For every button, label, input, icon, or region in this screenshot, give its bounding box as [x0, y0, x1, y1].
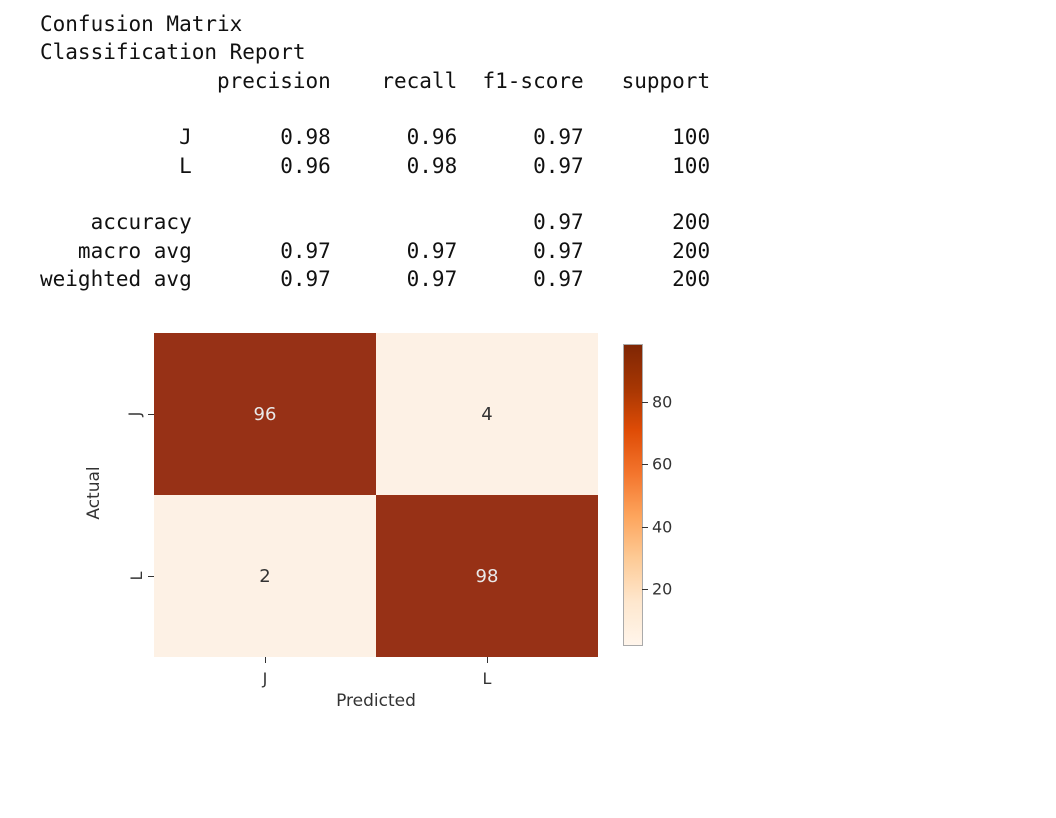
report-blank-2 [40, 180, 1056, 208]
x-axis-label: Predicted [336, 691, 416, 711]
xtick-J: J [263, 669, 268, 688]
cell-L-J: 2 [154, 495, 376, 657]
heatmap-grid: 96 4 2 98 [154, 333, 598, 657]
ytick-J: J [125, 412, 144, 417]
cbar-label-80: 80 [652, 393, 672, 412]
report-row-accuracy: accuracy 0.97 200 [40, 208, 1056, 236]
report-header-row: precision recall f1-score support [40, 67, 1056, 95]
cbar-tick-40 [642, 527, 648, 528]
ytick-mark-J [148, 414, 154, 415]
ytick-L: L [127, 572, 146, 581]
cell-J-L: 4 [376, 333, 598, 495]
report-row-J: J 0.98 0.96 0.97 100 [40, 123, 1056, 151]
xtick-mark-L [487, 657, 488, 663]
report-blank-1 [40, 95, 1056, 123]
cell-L-L: 98 [376, 495, 598, 657]
report-title-1: Confusion Matrix [40, 10, 1056, 38]
cbar-label-20: 20 [652, 580, 672, 599]
cell-J-J: 96 [154, 333, 376, 495]
confusion-matrix-heatmap: 96 4 2 98 J L J L Actual Predicted 80 60… [54, 333, 674, 713]
report-row-weighted: weighted avg 0.97 0.97 0.97 200 [40, 265, 1056, 293]
xtick-L: L [483, 669, 492, 688]
report-title-2: Classification Report [40, 38, 1056, 66]
cbar-tick-80 [642, 402, 648, 403]
cbar-tick-60 [642, 464, 648, 465]
ytick-mark-L [148, 576, 154, 577]
y-axis-label: Actual [84, 467, 104, 520]
cbar-label-60: 60 [652, 455, 672, 474]
cbar-label-40: 40 [652, 518, 672, 537]
report-row-L: L 0.96 0.98 0.97 100 [40, 152, 1056, 180]
cbar-tick-20 [642, 589, 648, 590]
report-row-macro: macro avg 0.97 0.97 0.97 200 [40, 237, 1056, 265]
xtick-mark-J [265, 657, 266, 663]
colorbar [624, 345, 642, 645]
